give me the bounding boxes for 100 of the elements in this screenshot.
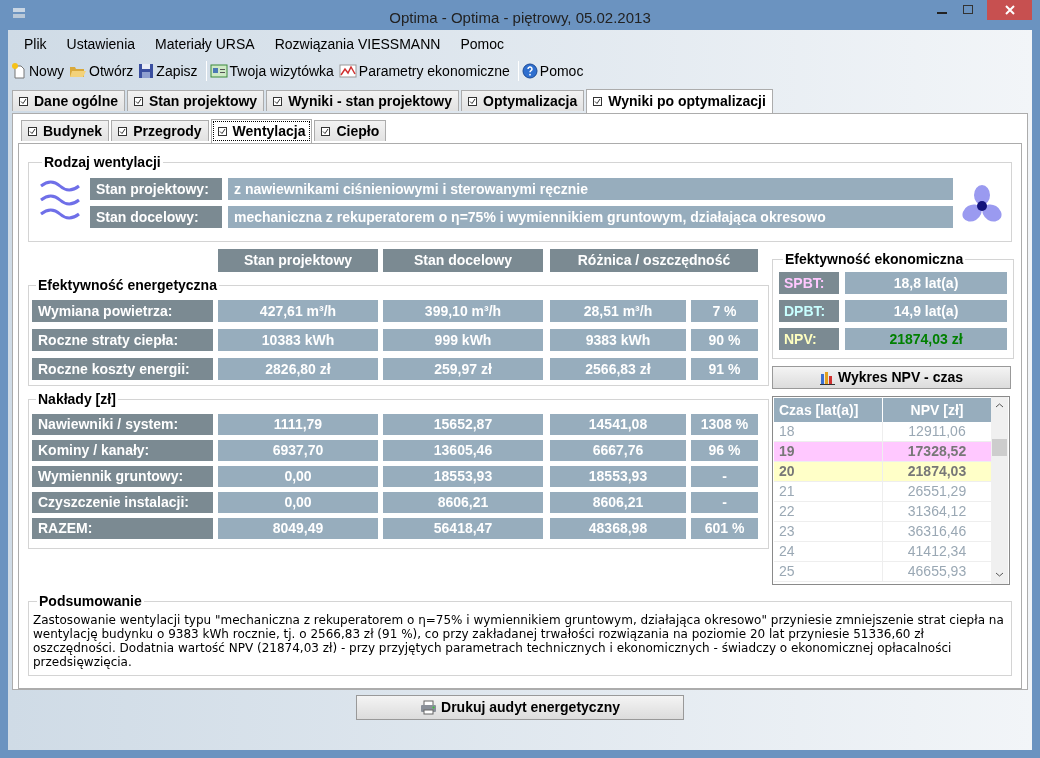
table-cell: 14541,08 bbox=[550, 414, 686, 435]
table-cell: 28,51 m³/h bbox=[550, 300, 686, 322]
toolbar-button[interactable]: Nowy bbox=[11, 60, 64, 82]
table-cell: 9383 kWh bbox=[550, 329, 686, 351]
section-title: Podsumowanie bbox=[38, 592, 143, 611]
table-cell: 18 bbox=[774, 422, 883, 441]
field-value: z nawiewnikami ciśnieniowymi i sterowanymi ręcznie bbox=[228, 178, 953, 200]
menu-item[interactable]: Ustawienia bbox=[66, 34, 136, 55]
table-cell: 56418,47 bbox=[383, 518, 543, 539]
print-button[interactable]: Drukuj audyt energetyczny bbox=[356, 695, 684, 720]
table-cell: 48368,98 bbox=[550, 518, 686, 539]
new-document-icon bbox=[11, 63, 27, 79]
section-title: Efektywność energetyczna bbox=[37, 276, 218, 295]
checkbox-icon bbox=[468, 96, 478, 106]
table-cell: 0,00 bbox=[218, 466, 378, 487]
table-cell-text: 21874,03 bbox=[906, 462, 968, 481]
tab[interactable]: Stan projektowy bbox=[127, 90, 265, 111]
table-cell-text: 46655,93 bbox=[906, 562, 968, 581]
field-value: mechaniczna z rekuperatorem o η=75% i wymiennikiem gruntowym, działająca okresowo bbox=[228, 206, 953, 228]
row-label: Wymiennik gruntowy: bbox=[32, 466, 213, 487]
toolbar-button[interactable]: Zapisz bbox=[138, 60, 198, 82]
close-icon bbox=[1004, 5, 1015, 15]
menu-item[interactable]: Materiały URSA bbox=[155, 34, 255, 55]
tab[interactable]: Dane ogólne bbox=[12, 90, 125, 111]
chart-button[interactable]: Wykres NPV - czas bbox=[772, 366, 1011, 389]
table-cell-text: 17328,52 bbox=[906, 442, 968, 461]
table-cell: 8606,21 bbox=[550, 492, 686, 513]
table-cell: 1308 % bbox=[691, 414, 758, 435]
menu-item[interactable]: Pomoc bbox=[460, 34, 504, 55]
row-label: RAZEM: bbox=[32, 518, 213, 539]
table-cell: 90 % bbox=[691, 329, 758, 351]
table-cell: 18553,93 bbox=[550, 466, 686, 487]
section-title: Efektywność ekonomiczna bbox=[784, 250, 965, 269]
table-cell: 399,10 m³/h bbox=[383, 300, 543, 322]
field-value: 18,8 lat(a) bbox=[845, 272, 1007, 294]
row-label: SPBT: bbox=[779, 272, 839, 294]
checkbox-icon bbox=[118, 126, 128, 136]
row-label: Kominy / kanały: bbox=[32, 440, 213, 461]
menu-item[interactable]: Plik bbox=[24, 34, 47, 55]
tab[interactable]: Budynek bbox=[21, 120, 110, 141]
close-button[interactable] bbox=[987, 0, 1032, 20]
table-cell: 8049,49 bbox=[218, 518, 378, 539]
toolbar-button[interactable]: Otwórz bbox=[69, 60, 134, 82]
table-cell: - bbox=[691, 466, 758, 487]
table-cell: 259,97 zł bbox=[383, 358, 543, 380]
checkbox-icon bbox=[593, 97, 603, 106]
column-header: Czas [lat(a)] bbox=[774, 398, 883, 422]
table-cell-text: 31364,12 bbox=[906, 502, 968, 521]
table-cell: 15652,87 bbox=[383, 414, 543, 435]
column-header: NPV [zł] bbox=[909, 400, 965, 420]
table-cell-text: 41412,34 bbox=[906, 542, 968, 561]
row-label: Wymiana powietrza: bbox=[32, 300, 213, 322]
field-value: 21874,03 zł bbox=[845, 328, 1007, 350]
tab[interactable]: Optymalizacja bbox=[461, 90, 585, 111]
line-chart-icon bbox=[338, 64, 357, 78]
tab[interactable]: Wentylacja bbox=[210, 119, 313, 143]
checkbox-icon bbox=[134, 96, 143, 106]
row-label: DPBT: bbox=[779, 300, 839, 322]
app-icon bbox=[12, 6, 26, 20]
table-cell: 18553,93 bbox=[383, 466, 543, 487]
table-cell: 6667,76 bbox=[550, 440, 686, 461]
table-cell: 427,61 m³/h bbox=[218, 300, 378, 322]
table-cell-text: 36316,46 bbox=[906, 522, 968, 541]
table-cell: 999 kWh bbox=[383, 329, 543, 351]
checkbox-icon bbox=[28, 126, 37, 136]
table-cell: 10383 kWh bbox=[218, 329, 378, 351]
table-cell: 2826,80 zł bbox=[218, 358, 378, 380]
table-cell: 96 % bbox=[691, 440, 758, 461]
tab[interactable]: Ciepło bbox=[314, 120, 387, 141]
row-label: Roczne straty ciepła: bbox=[32, 329, 213, 351]
row-label: Stan docelowy: bbox=[90, 206, 222, 228]
column-header: Stan docelowy bbox=[383, 249, 543, 272]
column-header: Stan projektowy bbox=[218, 249, 378, 272]
toolbar-button[interactable]: Parametry ekonomiczne bbox=[338, 60, 510, 82]
table-cell: 25 bbox=[774, 562, 883, 581]
card-icon bbox=[209, 64, 228, 78]
fan-icon bbox=[962, 185, 1002, 225]
section-title: Nakłady [zł] bbox=[37, 390, 117, 409]
table-cell: 91 % bbox=[691, 358, 758, 380]
section-title: Rodzaj wentylacji bbox=[43, 153, 162, 172]
table-cell: 20 bbox=[774, 462, 883, 481]
checkbox-icon bbox=[321, 126, 331, 136]
printer-icon bbox=[420, 700, 438, 715]
checkbox-icon bbox=[217, 127, 227, 136]
checkbox-icon bbox=[19, 96, 28, 106]
tab[interactable]: Wyniki - stan projektowy bbox=[266, 90, 460, 111]
table-cell: 601 % bbox=[691, 518, 758, 539]
scrollbar[interactable] bbox=[991, 397, 1008, 584]
table-cell-text: 26551,29 bbox=[906, 482, 968, 501]
summary-text: Zastosowanie wentylacji typu "mechaniczna z rekuperatorem o η=75% i wymiennikiem gruntowym, działająca okresowo" przyniesie zmniejszenie strat ciepła na wentylację budynku o 9383 kWh rocznie, tj. o 2566,83 zł (91 %), co przy zakładanej trwałości rozwiązania na poziomie 20 lat przyniesie 51336,60 zł oszczędności. Dodatnia wartość NPV (21874,03 zł) - przy przyjętych parametrach technicznych i ekonomicznych - świadczy o ekonomicznej opłacalności przedsięwzięcia. bbox=[33, 613, 1005, 669]
table-cell: 19 bbox=[774, 442, 883, 461]
table-cell: 2566,83 zł bbox=[550, 358, 686, 380]
toolbar-button[interactable]: Pomoc bbox=[521, 60, 584, 82]
table-cell: 21 bbox=[774, 482, 883, 501]
tab[interactable]: Wyniki po optymalizacji bbox=[586, 89, 773, 113]
table-cell-text: 12911,06 bbox=[907, 422, 967, 441]
tab[interactable]: Przegrody bbox=[111, 120, 209, 141]
menu-item[interactable]: Rozwiązania VIESSMANN bbox=[274, 34, 441, 55]
row-label: Roczne koszty energii: bbox=[32, 358, 213, 380]
toolbar-button[interactable]: Twoja wizytówka bbox=[209, 60, 334, 82]
